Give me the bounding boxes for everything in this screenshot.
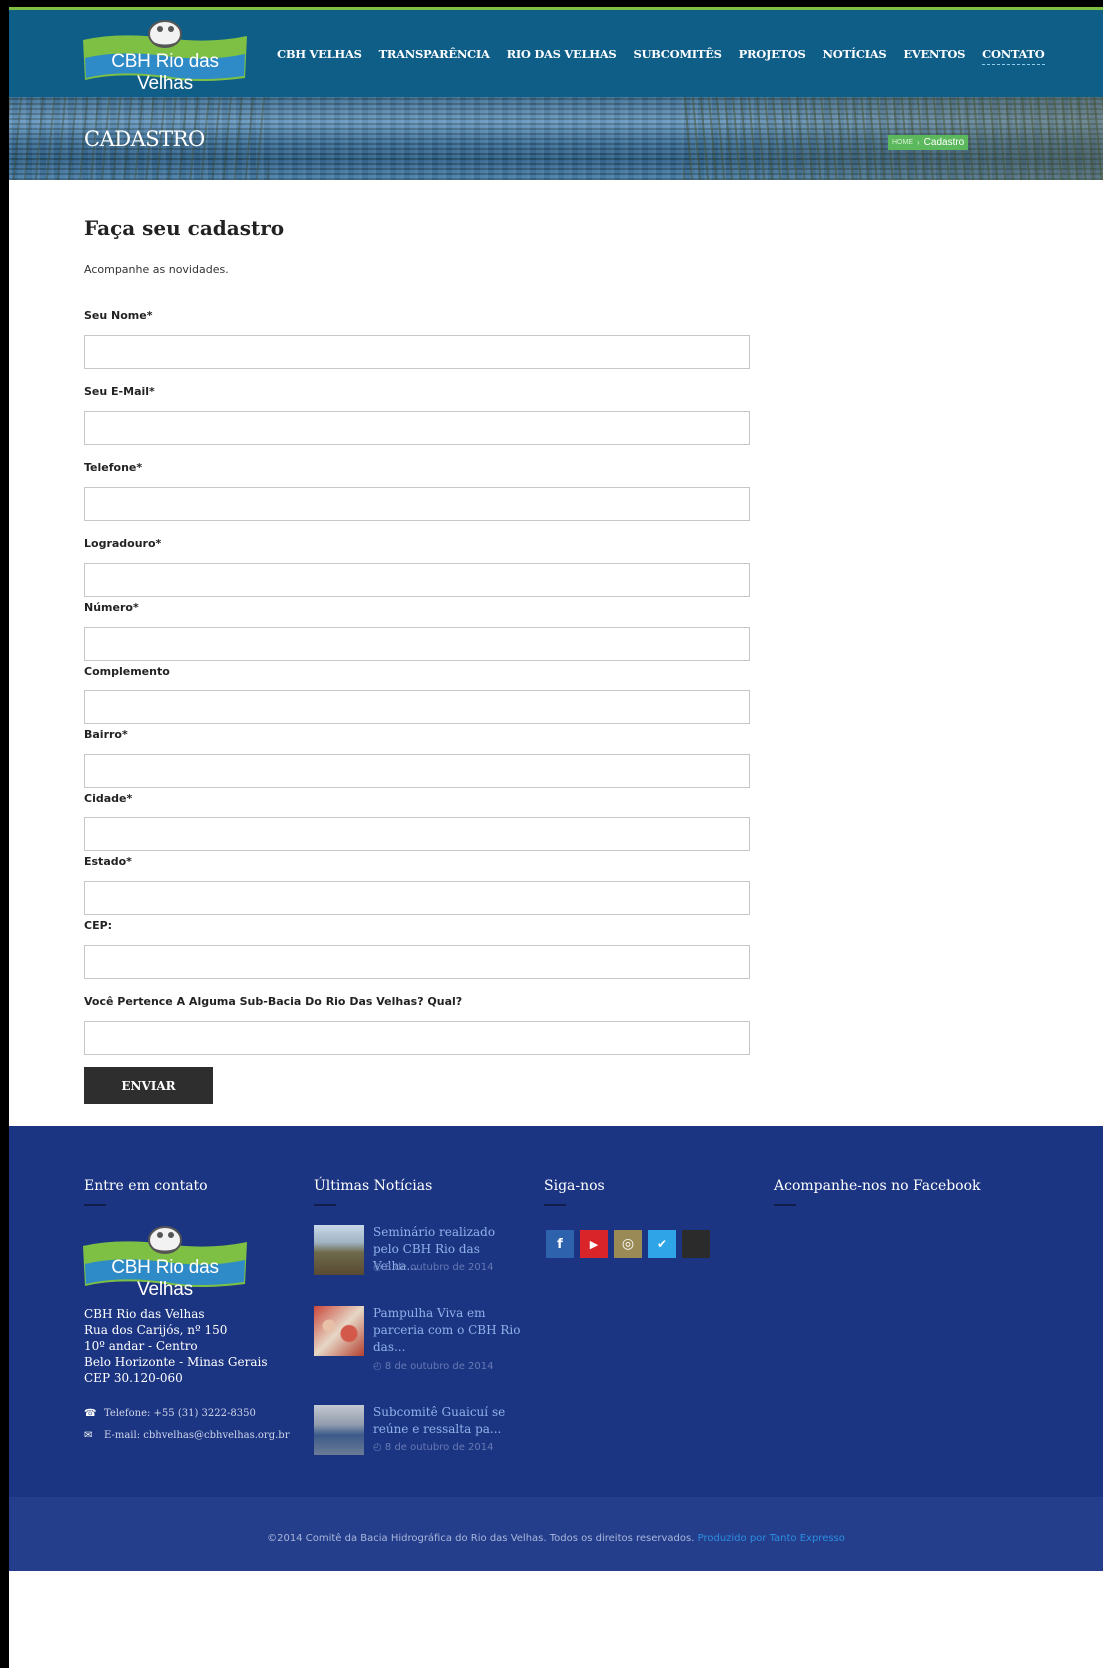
complement-input[interactable] — [84, 690, 750, 724]
nav-rio-das-velhas[interactable]: RIO DAS VELHAS — [507, 47, 617, 65]
phone-text: Telefone: +55 (31) 3222-8350 — [104, 1408, 256, 1419]
phone-icon: ☎ — [84, 1408, 97, 1419]
news-date: ◴ 8 de outubro de 2014 — [373, 1442, 494, 1453]
label-nome: Seu Nome* — [84, 309, 153, 322]
footer-logo-text: CBH Rio das Velhas — [111, 1257, 219, 1300]
state-input[interactable] — [84, 881, 750, 915]
social-heading-underline — [544, 1204, 566, 1206]
page: CBH Rio das Velhas CBH VELHAS TRANSPARÊN… — [9, 7, 1103, 1668]
news-date: ◴ 8 de outubro de 2014 — [373, 1361, 494, 1372]
phone-input[interactable] — [84, 487, 750, 521]
label-telefone: Telefone* — [84, 461, 143, 474]
contact-address: CBH Rio das Velhas Rua dos Carijós, nº 1… — [84, 1307, 268, 1385]
nav-projetos[interactable]: PROJETOS — [739, 47, 806, 65]
nav-eventos[interactable]: EVENTOS — [903, 47, 965, 65]
clock-icon: ◴ — [373, 1442, 385, 1453]
label-cep: CEP: — [84, 919, 113, 932]
footer-logo[interactable]: CBH Rio das Velhas — [79, 1224, 251, 1300]
copyright: ©2014 Comitê da Bacia Hidrográfica do Ri… — [9, 1533, 1103, 1544]
youtube-icon[interactable]: ▶ — [580, 1230, 608, 1258]
instagram-icon[interactable]: ◎ — [614, 1230, 642, 1258]
label-email: Seu E-Mail* — [84, 385, 155, 398]
foursquare-icon[interactable]: ✔ — [648, 1230, 676, 1258]
contact-email: ✉ E-mail: cbhvelhas@cbhvelhas.org.br — [84, 1430, 289, 1441]
logo-text: CBH Rio das Velhas — [111, 51, 219, 94]
sub-basin-input[interactable] — [84, 1021, 750, 1055]
clock-icon: ◴ — [373, 1262, 385, 1273]
facebook-icon[interactable]: f — [546, 1230, 574, 1258]
copyright-bar: ©2014 Comitê da Bacia Hidrográfica do Ri… — [9, 1497, 1103, 1571]
news-heading-underline — [314, 1204, 336, 1206]
credit-link[interactable]: Produzido por Tanto Expresso — [698, 1533, 845, 1544]
cep-input[interactable] — [84, 945, 750, 979]
intro-text: Acompanhe as novidades. — [84, 263, 229, 276]
name-input[interactable] — [84, 335, 750, 369]
page-banner: CADASTRO HOME › Cadastro — [9, 97, 1103, 180]
contact-heading: Entre em contato — [84, 1178, 208, 1194]
nav-transparencia[interactable]: TRANSPARÊNCIA — [379, 47, 490, 65]
site-footer: Entre em contato CBH Rio das Velhas CBH … — [9, 1126, 1103, 1571]
blank-icon[interactable] — [682, 1230, 710, 1258]
email-input[interactable] — [84, 411, 750, 445]
social-heading: Siga-nos — [544, 1178, 605, 1194]
contact-phone: ☎ Telefone: +55 (31) 3222-8350 — [84, 1408, 256, 1419]
news-thumbnail[interactable] — [314, 1405, 364, 1455]
banner-title: CADASTRO — [84, 127, 205, 151]
page-title: Faça seu cadastro — [84, 216, 285, 240]
news-title[interactable]: Subcomitê Guaicuí se reúne e ressalta pa… — [373, 1404, 523, 1438]
news-heading: Últimas Notícias — [314, 1178, 433, 1194]
label-bairro: Bairro* — [84, 728, 128, 741]
breadcrumb-separator: › — [917, 138, 920, 147]
submit-button[interactable]: ENVIAR — [84, 1067, 213, 1104]
nav-noticias[interactable]: NOTÍCIAS — [823, 47, 887, 65]
main-nav: CBH VELHAS TRANSPARÊNCIA RIO DAS VELHAS … — [277, 47, 1062, 65]
city-input[interactable] — [84, 817, 750, 851]
street-input[interactable] — [84, 563, 750, 597]
breadcrumb-current: Cadastro — [923, 137, 965, 148]
nav-cbh-velhas[interactable]: CBH VELHAS — [277, 47, 362, 65]
neighborhood-input[interactable] — [84, 754, 750, 788]
news-thumbnail[interactable] — [314, 1225, 364, 1275]
label-cidade: Cidade* — [84, 792, 133, 805]
label-estado: Estado* — [84, 855, 132, 868]
facebook-heading: Acompanhe-nos no Facebook — [774, 1178, 981, 1194]
nav-subcomites[interactable]: SUBCOMITÊS — [633, 47, 721, 65]
nav-contato[interactable]: CONTATO — [982, 47, 1045, 65]
number-input[interactable] — [84, 627, 750, 661]
label-complemento: Complemento — [84, 665, 170, 678]
breadcrumb: HOME › Cadastro — [888, 135, 969, 150]
envelope-icon: ✉ — [84, 1430, 93, 1441]
email-text[interactable]: E-mail: cbhvelhas@cbhvelhas.org.br — [104, 1430, 289, 1441]
news-thumbnail[interactable] — [314, 1306, 364, 1356]
site-logo[interactable]: CBH Rio das Velhas — [79, 18, 251, 94]
label-sub-bacia: Você Pertence A Alguma Sub-Bacia Do Rio … — [84, 995, 463, 1008]
news-title[interactable]: Pampulha Viva em parceria com o CBH Rio … — [373, 1305, 523, 1356]
label-numero: Número* — [84, 601, 139, 614]
contact-heading-underline — [84, 1204, 106, 1206]
clock-icon: ◴ — [373, 1361, 385, 1372]
label-logradouro: Logradouro* — [84, 537, 162, 550]
facebook-heading-underline — [774, 1204, 796, 1206]
copyright-text: ©2014 Comitê da Bacia Hidrográfica do Ri… — [267, 1533, 695, 1544]
news-date: ◴ 8 de outubro de 2014 — [373, 1262, 494, 1273]
breadcrumb-home[interactable]: HOME — [892, 139, 913, 146]
site-header: CBH Rio das Velhas CBH VELHAS TRANSPARÊN… — [9, 10, 1103, 97]
